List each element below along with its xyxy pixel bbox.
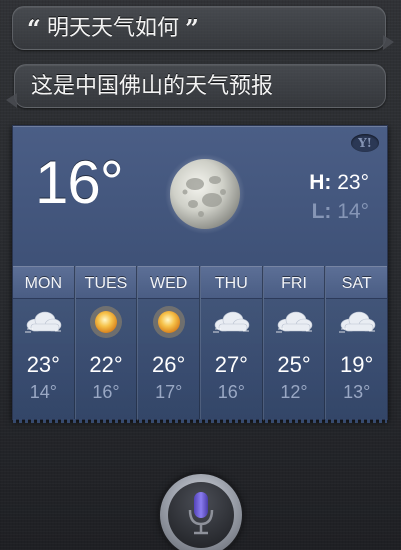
low-value: 14° [337,200,369,223]
forecast-day: WED 26° 17° [137,266,201,421]
weather-card[interactable]: Y! 16° H: 23° L: 14° MON 23° 14° TUES 22… [12,125,388,423]
sunny-icon [138,299,199,345]
day-high-temp: 26° [152,352,186,377]
assistant-reply-bubble: 这是中国佛山的天气预报 [6,64,386,108]
high-label: H: [309,171,332,194]
high-low-temps: H: 23° L: 14° [309,168,369,226]
low-label: L: [311,200,332,223]
open-quote: “ [27,14,41,43]
microphone-button-face [168,482,234,548]
day-high-temp: 25° [277,352,311,377]
day-high-temp: 22° [89,352,123,377]
day-name: THU [201,266,262,299]
user-query-bubble[interactable]: “ 明天天气如何 ” [12,6,394,50]
day-low-temp: 12° [280,382,308,402]
day-low-temp: 16° [92,382,120,402]
day-name: SAT [326,266,388,299]
close-quote: ” [185,14,199,43]
sunny-icon [76,299,137,345]
day-name: TUES [75,266,137,299]
high-temp-line: H: 23° [309,168,369,197]
day-name: MON [13,266,74,299]
day-high-temp: 19° [340,352,374,377]
user-query-text: 明天天气如何 [46,15,179,40]
current-temperature: 16° [35,149,124,216]
low-temp-line: L: 14° [309,197,369,226]
forecast-day: THU 27° 16° [200,266,263,421]
forecast-day: FRI 25° 12° [262,266,326,421]
day-low-temp: 14° [29,382,57,402]
forecast-day: MON 23° 14° [13,266,75,421]
card-perforated-edge [13,419,387,423]
partly-cloudy-night-icon [264,299,325,345]
microphone-button[interactable] [160,474,242,550]
day-high-temp: 23° [26,352,60,377]
forecast-day: TUES 22° 16° [74,266,138,421]
partly-cloudy-night-icon [201,299,262,345]
day-low-temp: 16° [217,382,245,402]
partly-cloudy-night-icon [326,299,387,345]
high-value: 23° [337,171,369,194]
full-moon-icon [165,154,245,234]
day-high-temp: 27° [214,352,248,377]
microphone-icon [188,492,214,535]
day-low-temp: 13° [343,382,371,402]
day-name: WED [138,266,200,299]
partly-cloudy-night-icon [13,299,74,345]
yahoo-icon[interactable]: Y! [351,134,379,152]
day-name: FRI [263,266,325,299]
forecast-day: SAT 19° 13° [325,266,388,421]
provider-mark: Y! [358,136,372,150]
assistant-reply-text: 这是中国佛山的天气预报 [31,73,274,98]
forecast-strip: MON 23° 14° TUES 22° 16° WED 26° 17° THU… [13,266,388,421]
day-low-temp: 17° [155,382,183,402]
